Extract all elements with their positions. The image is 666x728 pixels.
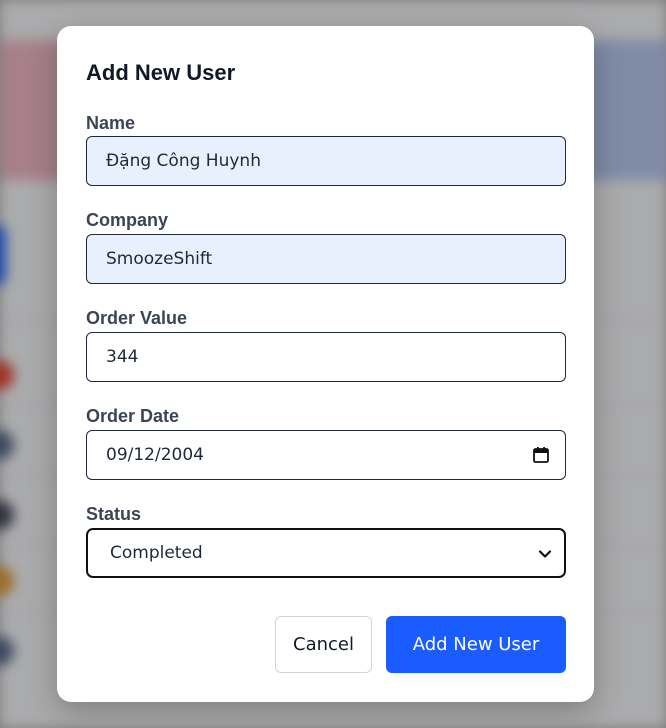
name-input-value: Đặng Công Huynh [106, 151, 261, 171]
name-label: Name [86, 113, 136, 133]
modal-title: Add New User [86, 60, 236, 85]
chevron-down-icon [538, 546, 552, 560]
order-date-label: Order Date [86, 406, 180, 426]
cancel-button[interactable]: Cancel [275, 616, 372, 673]
order-date-input-value: 09/12/2004 [106, 445, 204, 465]
company-input[interactable]: SmoozeShift [86, 234, 566, 284]
add-user-modal: Add New User Name Đặng Công Huynh Compan… [57, 26, 594, 702]
status-label: Status [86, 504, 142, 524]
status-select[interactable]: Completed [86, 528, 566, 578]
name-input[interactable]: Đặng Công Huynh [86, 136, 566, 186]
calendar-icon[interactable] [532, 446, 550, 464]
company-input-value: SmoozeShift [106, 249, 213, 269]
order-date-input[interactable]: 09/12/2004 [86, 430, 566, 480]
status-select-value: Completed [110, 543, 203, 563]
order-value-input-value: 344 [106, 347, 139, 367]
order-value-label: Order Value [86, 308, 188, 328]
order-value-input[interactable]: 344 [86, 332, 566, 382]
company-label: Company [86, 210, 169, 230]
add-user-button[interactable]: Add New User [386, 616, 566, 673]
